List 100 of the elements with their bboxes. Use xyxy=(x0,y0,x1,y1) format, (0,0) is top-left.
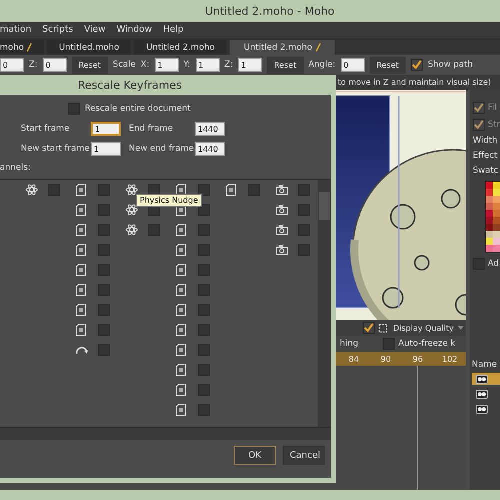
frame-number: 90 xyxy=(380,354,392,364)
document-icon xyxy=(76,304,86,316)
reset-button[interactable]: Reset xyxy=(370,56,406,74)
document-icon xyxy=(76,284,86,296)
channel-checkbox[interactable] xyxy=(198,344,210,356)
menu-item[interactable]: mation xyxy=(0,25,32,35)
checkbox[interactable] xyxy=(473,119,485,131)
menu-item[interactable]: Scripts xyxy=(42,25,74,35)
frame-field[interactable]: 1 xyxy=(91,122,121,136)
channel-checkbox[interactable] xyxy=(248,184,260,196)
effect-label: Effect xyxy=(473,151,498,161)
eye-icon[interactable] xyxy=(476,374,488,384)
field-label: Start frame xyxy=(21,124,71,134)
number-field[interactable]: 0 xyxy=(42,58,67,72)
document-icon xyxy=(176,364,186,376)
channel-checkbox[interactable] xyxy=(198,204,210,216)
number-field[interactable]: 1 xyxy=(196,58,220,72)
quality-dropdown[interactable]: Display Quality xyxy=(391,322,466,334)
document-tab[interactable]: moho xyxy=(0,40,44,55)
channel-checkbox[interactable] xyxy=(198,364,210,376)
field-label: Y: xyxy=(184,60,191,70)
document-icon xyxy=(76,324,86,336)
channel-checkbox[interactable] xyxy=(48,184,60,196)
channel-checkbox[interactable] xyxy=(298,184,310,196)
channel-checkbox[interactable] xyxy=(98,244,110,256)
channels-label: annels: xyxy=(0,163,32,173)
atom-icon xyxy=(126,224,138,236)
channel-checkbox[interactable] xyxy=(98,304,110,316)
channel-checkbox[interactable] xyxy=(98,184,110,196)
frame-icon[interactable] xyxy=(378,322,388,334)
document-tab[interactable]: Untitled 2.moho xyxy=(134,40,227,55)
checkbox-label: Str xyxy=(488,120,500,130)
document-icon xyxy=(176,304,186,316)
document-icon xyxy=(176,384,186,396)
dialog-title: Rescale Keyframes xyxy=(78,78,182,92)
checkbox[interactable] xyxy=(363,322,375,334)
checkbox[interactable] xyxy=(382,338,395,350)
channel-checkbox[interactable] xyxy=(198,284,210,296)
channel-checkbox[interactable] xyxy=(148,224,160,236)
channel-checkbox[interactable] xyxy=(198,324,210,336)
channel-checkbox[interactable] xyxy=(98,344,110,356)
checkbox-label: Rescale entire document xyxy=(85,104,191,114)
channel-checkbox[interactable] xyxy=(298,244,310,256)
field-label: Angle: xyxy=(308,60,336,70)
channel-checkbox[interactable] xyxy=(98,224,110,236)
frame-field[interactable]: 1440 xyxy=(195,142,225,156)
swatch-palette[interactable] xyxy=(485,181,500,253)
channel-checkbox[interactable] xyxy=(198,264,210,276)
number-field[interactable]: 1 xyxy=(238,58,262,72)
layer-row[interactable] xyxy=(472,373,500,385)
channel-checkbox[interactable] xyxy=(98,284,110,296)
eye-icon[interactable] xyxy=(476,390,488,398)
reset-button[interactable]: Reset xyxy=(267,56,304,74)
column-header: Name xyxy=(472,360,498,370)
hint-text: to move in Z and maintain visual size) xyxy=(338,78,492,87)
checkbox-label: Auto-freeze k xyxy=(398,339,456,349)
document-icon xyxy=(176,244,186,256)
document-tab[interactable]: Untitled 2.moho xyxy=(230,40,335,55)
checkbox[interactable] xyxy=(473,102,485,114)
channel-checkbox[interactable] xyxy=(198,244,210,256)
document-tab[interactable]: Untitled.moho xyxy=(47,40,132,55)
checkbox[interactable] xyxy=(68,103,80,115)
document-icon xyxy=(176,224,186,236)
document-icon xyxy=(226,184,236,196)
tooltip: Physics Nudge xyxy=(136,194,202,207)
checkbox-label: Fil xyxy=(488,103,497,113)
frame-field[interactable]: 1 xyxy=(91,142,121,156)
field-label: Scale xyxy=(113,60,136,70)
atom-icon xyxy=(126,204,138,216)
dialog-button[interactable]: OK xyxy=(234,446,276,465)
camera-icon xyxy=(276,185,288,195)
document-icon xyxy=(76,264,86,276)
channel-checkbox[interactable] xyxy=(198,404,210,416)
document-icon xyxy=(76,184,86,196)
number-field[interactable]: 1 xyxy=(154,58,179,72)
menu-item[interactable]: View xyxy=(84,25,106,35)
channel-checkbox[interactable] xyxy=(298,204,310,216)
channel-checkbox[interactable] xyxy=(198,224,210,236)
channel-checkbox[interactable] xyxy=(98,204,110,216)
document-icon xyxy=(76,244,86,256)
channel-checkbox[interactable] xyxy=(98,264,110,276)
field-label: End frame xyxy=(129,124,174,134)
channel-checkbox[interactable] xyxy=(198,184,210,196)
checkbox[interactable] xyxy=(411,59,424,71)
dialog-button[interactable]: Cancel xyxy=(283,446,325,465)
checkbox-label: Show path xyxy=(428,60,473,70)
frame-number: 102 xyxy=(441,354,459,364)
eye-icon[interactable] xyxy=(476,404,488,414)
reset-button[interactable]: Reset xyxy=(72,56,108,74)
frame-field[interactable]: 1440 xyxy=(195,122,225,136)
menu-item[interactable]: Window xyxy=(116,25,152,35)
number-field[interactable]: 0 xyxy=(340,58,365,72)
channel-checkbox[interactable] xyxy=(298,224,310,236)
channel-checkbox[interactable] xyxy=(98,324,110,336)
channel-checkbox[interactable] xyxy=(198,304,210,316)
menu-item[interactable]: Help xyxy=(163,25,184,35)
atom-icon xyxy=(126,184,138,196)
number-field[interactable]: 0 xyxy=(0,58,24,72)
field-label: New start frame xyxy=(21,144,87,154)
channel-checkbox[interactable] xyxy=(198,384,210,396)
